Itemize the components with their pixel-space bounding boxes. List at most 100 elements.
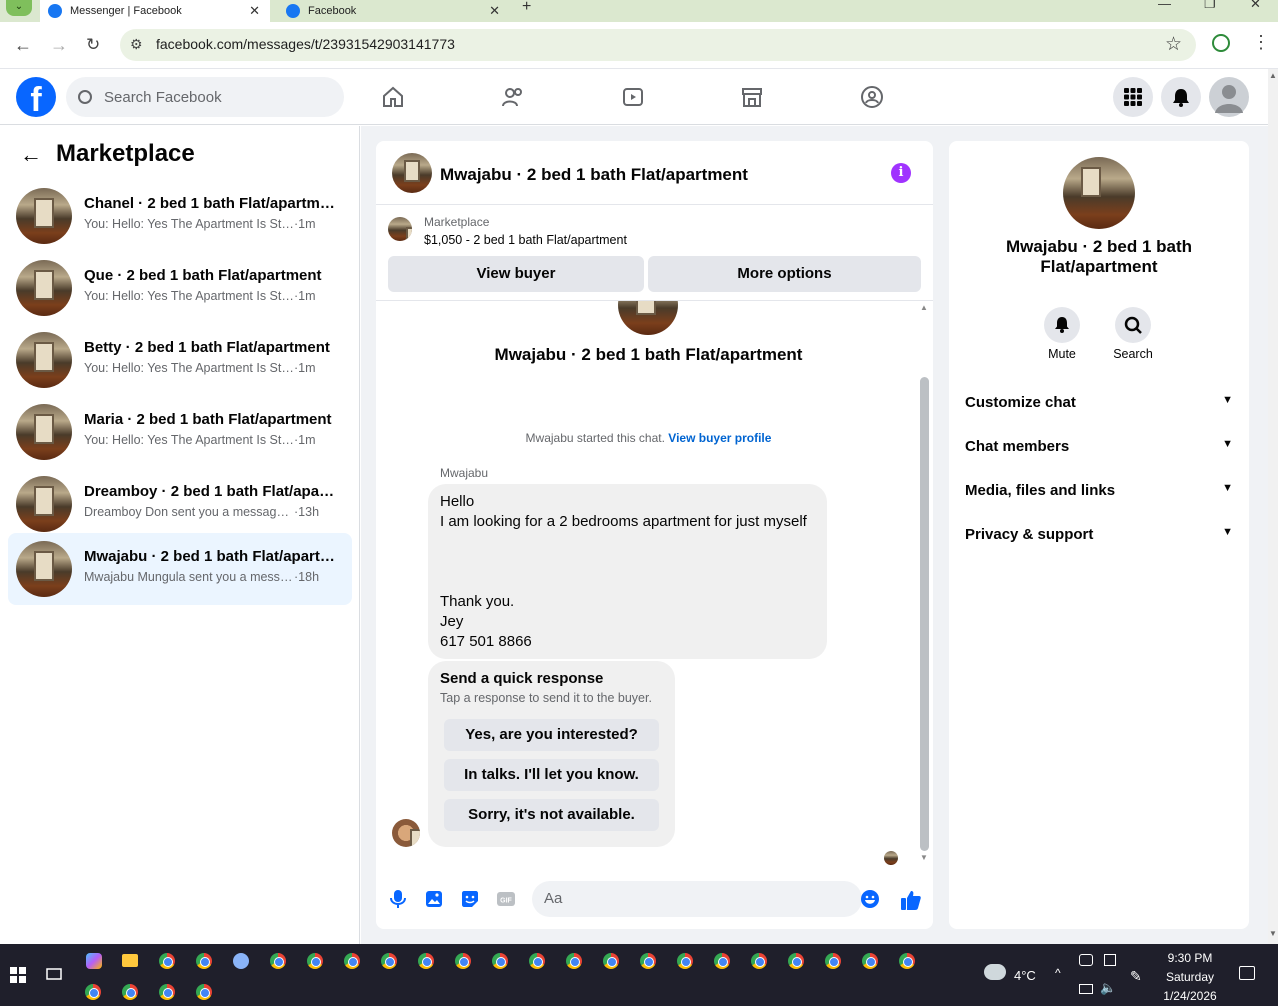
chrome-icon[interactable]	[381, 953, 397, 969]
home-icon[interactable]	[381, 85, 405, 109]
marketplace-icon[interactable]	[740, 85, 764, 109]
forward-icon[interactable]: →	[50, 35, 68, 56]
groups-icon[interactable]	[860, 85, 884, 109]
chrome-icon[interactable]	[825, 953, 841, 969]
new-tab-icon[interactable]: +	[522, 0, 531, 16]
conversation-item[interactable]: Maria · 2 bed 1 bath Flat/apartment You:…	[8, 396, 352, 468]
chrome-icon[interactable]	[603, 953, 619, 969]
site-settings-icon[interactable]: ⚙	[130, 36, 143, 53]
address-bar[interactable]: ⚙ facebook.com/messages/t/23931542903141…	[120, 29, 1196, 61]
message-input[interactable]: Aa	[532, 881, 862, 917]
quick-response-button[interactable]: In talks. I'll let you know.	[444, 759, 659, 791]
emoji-icon[interactable]	[860, 889, 880, 909]
chrome-icon[interactable]	[529, 953, 545, 969]
gif-icon[interactable]: GIF	[496, 889, 516, 909]
chrome-icon[interactable]	[159, 953, 175, 969]
conversation-item[interactable]: Dreamboy · 2 bed 1 bath Flat/apartment D…	[8, 468, 352, 540]
chrome-icon[interactable]	[640, 953, 656, 969]
file-explorer-icon[interactable]	[122, 954, 138, 967]
volume-icon[interactable]: 🔈	[1100, 980, 1116, 996]
view-buyer-button[interactable]: View buyer	[388, 256, 644, 292]
chrome-icon[interactable]	[751, 953, 767, 969]
tab-search-button[interactable]: ⌄	[6, 0, 32, 16]
tab-messenger[interactable]: Messenger | Facebook ✕	[40, 0, 270, 22]
chat-avatar[interactable]	[392, 153, 432, 193]
customize-chat-row[interactable]: Customize chat ▼	[965, 394, 1233, 411]
thumbs-up-icon[interactable]	[900, 889, 922, 911]
chrome-icon[interactable]	[270, 953, 286, 969]
tab-facebook[interactable]: Facebook ✕	[280, 0, 510, 22]
scroll-up-icon[interactable]: ▲	[1269, 71, 1277, 80]
close-tab-icon[interactable]: ✕	[489, 3, 500, 19]
chrome-icon[interactable]	[196, 984, 212, 1000]
privacy-support-row[interactable]: Privacy & support ▼	[965, 526, 1233, 543]
chrome-icon[interactable]	[455, 953, 471, 969]
scroll-down-icon[interactable]: ▼	[920, 853, 928, 862]
listing-title[interactable]: $1,050 - 2 bed 1 bath Flat/apartment	[424, 233, 627, 247]
chrome-icon[interactable]	[566, 953, 582, 969]
weather-temperature[interactable]: 4°C	[1014, 968, 1036, 983]
chrome-icon[interactable]	[788, 953, 804, 969]
quick-response-button[interactable]: Sorry, it's not available.	[444, 799, 659, 831]
chevron-up-icon[interactable]: ^	[1055, 966, 1061, 980]
chrome-icon[interactable]	[122, 984, 138, 1000]
restore-icon[interactable]: ❐	[1204, 0, 1216, 12]
copilot-icon[interactable]	[86, 953, 102, 969]
back-icon[interactable]: ←	[14, 35, 32, 56]
conversation-item[interactable]: Que · 2 bed 1 bath Flat/apartment You: H…	[8, 252, 352, 324]
video-icon[interactable]	[621, 85, 645, 109]
system-clock[interactable]: 9:30 PM Saturday 1/24/2026	[1155, 949, 1225, 1006]
network-icon[interactable]	[1079, 984, 1093, 994]
sender-avatar[interactable]	[392, 819, 420, 847]
profile-icon[interactable]	[1212, 34, 1230, 52]
view-buyer-profile-link[interactable]: View buyer profile	[668, 431, 771, 445]
chrome-icon[interactable]	[714, 953, 730, 969]
scroll-down-icon[interactable]: ▼	[1269, 929, 1277, 938]
pen-icon[interactable]: ✎	[1130, 968, 1142, 985]
chat-members-row[interactable]: Chat members ▼	[965, 438, 1233, 455]
chrome-icon[interactable]	[862, 953, 878, 969]
search-input[interactable]: Search Facebook	[66, 77, 344, 117]
onedrive-icon[interactable]	[1079, 954, 1093, 966]
page-scrollbar[interactable]: ▲ ▼	[1268, 69, 1278, 944]
chrome-icon[interactable]	[307, 953, 323, 969]
search-in-chat-button[interactable]	[1115, 307, 1151, 343]
bookmark-star-icon[interactable]: ☆	[1165, 33, 1182, 56]
message-scrollbar[interactable]: ▲ ▼	[917, 301, 933, 869]
scroll-up-icon[interactable]: ▲	[920, 303, 928, 312]
task-view-icon[interactable]	[46, 966, 62, 982]
quick-response-button[interactable]: Yes, are you interested?	[444, 719, 659, 751]
chrome-icon[interactable]	[196, 953, 212, 969]
menu-dots-icon[interactable]: ⋮	[1252, 32, 1270, 53]
conversation-item[interactable]: Betty · 2 bed 1 bath Flat/apartment You:…	[8, 324, 352, 396]
back-arrow-icon[interactable]: ←	[20, 142, 42, 168]
conversation-item[interactable]: Chanel · 2 bed 1 bath Flat/apartment You…	[8, 180, 352, 252]
mute-button[interactable]	[1044, 307, 1080, 343]
chat-title[interactable]: Mwajabu · 2 bed 1 bath Flat/apartment	[440, 165, 748, 185]
chrome-icon[interactable]	[159, 984, 175, 1000]
message-bubble[interactable]: Hello I am looking for a 2 bedrooms apar…	[428, 484, 827, 659]
microphone-icon[interactable]	[388, 889, 408, 909]
photo-icon[interactable]	[424, 889, 444, 909]
conversation-item-active[interactable]: Mwajabu · 2 bed 1 bath Flat/apartment Mw…	[8, 533, 352, 605]
close-window-icon[interactable]: ✕	[1250, 0, 1261, 12]
windows-start-icon[interactable]	[10, 967, 26, 983]
friends-icon[interactable]	[501, 85, 525, 109]
url-text[interactable]: facebook.com/messages/t/2393154290314177…	[156, 36, 455, 52]
close-tab-icon[interactable]: ✕	[249, 3, 260, 19]
account-avatar[interactable]	[1209, 77, 1249, 117]
media-files-links-row[interactable]: Media, files and links ▼	[965, 482, 1233, 499]
chrome-icon[interactable]	[418, 953, 434, 969]
app-icon[interactable]	[233, 953, 249, 969]
info-icon[interactable]: i	[891, 163, 911, 183]
chrome-icon[interactable]	[677, 953, 693, 969]
chrome-icon[interactable]	[85, 984, 101, 1000]
notifications-center-icon[interactable]	[1239, 966, 1255, 980]
menu-grid-button[interactable]	[1113, 77, 1153, 117]
chrome-icon[interactable]	[344, 953, 360, 969]
more-options-button[interactable]: More options	[648, 256, 921, 292]
scroll-thumb[interactable]	[920, 377, 929, 851]
notifications-button[interactable]	[1161, 77, 1201, 117]
chrome-icon[interactable]	[899, 953, 915, 969]
reload-icon[interactable]: ↻	[86, 35, 100, 55]
